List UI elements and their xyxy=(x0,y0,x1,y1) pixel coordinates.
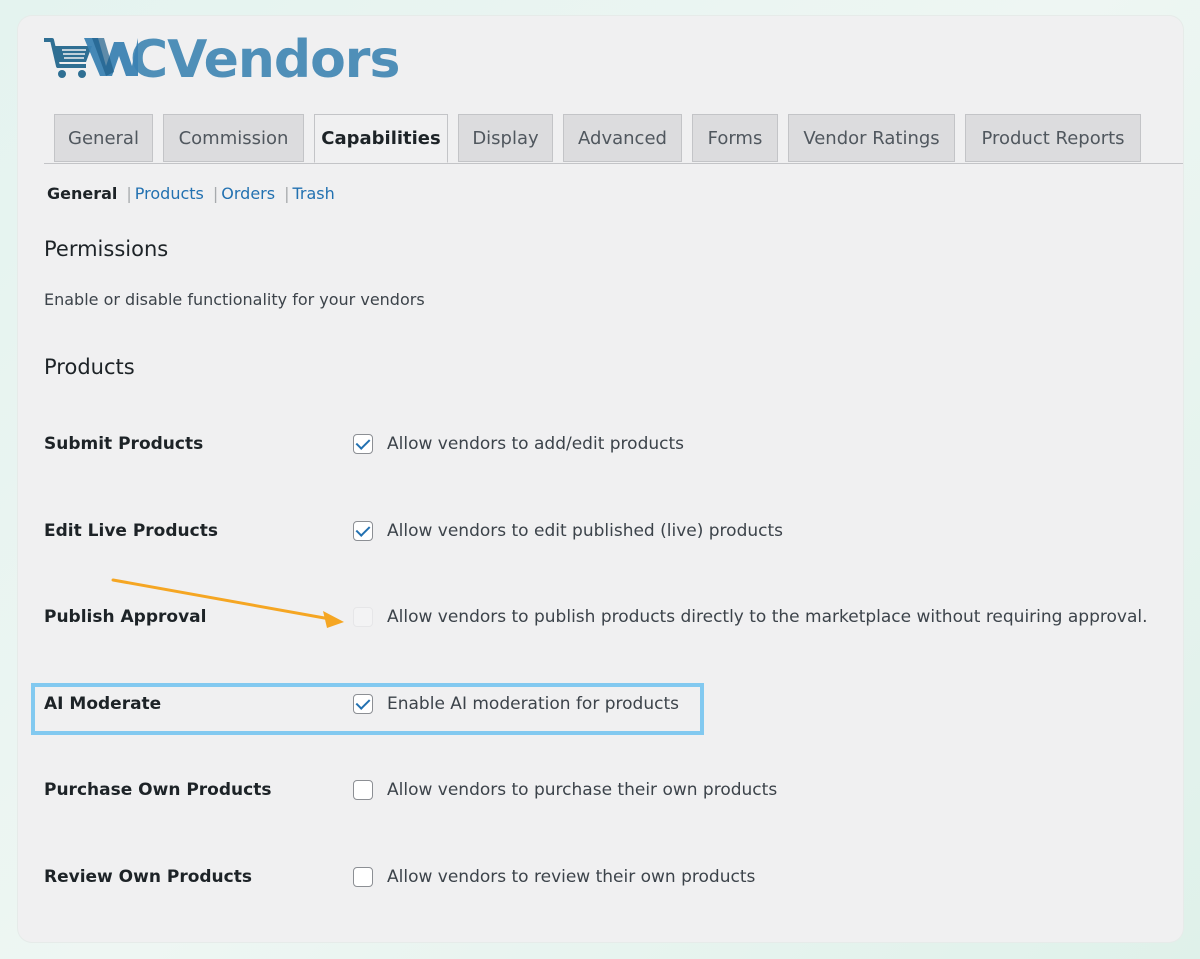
field-publish-approval[interactable]: Allow vendors to publish products direct… xyxy=(353,607,1147,627)
field-ai-moderate[interactable]: Enable AI moderation for products xyxy=(353,694,679,714)
row-label-edit-live-products: Edit Live Products xyxy=(44,521,218,541)
review-own-products-checkbox[interactable] xyxy=(353,867,373,887)
subnav-link-products[interactable]: Products xyxy=(135,184,204,203)
edit-live-products-text: Allow vendors to edit published (live) p… xyxy=(387,521,783,541)
ai-moderate-checkbox[interactable] xyxy=(353,694,373,714)
purchase-own-products-checkbox[interactable] xyxy=(353,780,373,800)
tab-advanced[interactable]: Advanced xyxy=(563,114,682,162)
tab-product-reports[interactable]: Product Reports xyxy=(965,114,1141,162)
row-label-review-own-products: Review Own Products xyxy=(44,867,252,887)
annotation-arrow-icon xyxy=(111,578,344,628)
tab-display[interactable]: Display xyxy=(458,114,553,162)
field-edit-live-products[interactable]: Allow vendors to edit published (live) p… xyxy=(353,521,783,541)
permissions-heading: Permissions xyxy=(44,237,169,261)
row-label-purchase-own-products: Purchase Own Products xyxy=(44,780,272,800)
settings-tabs: General Commission Capabilities Display … xyxy=(44,114,1183,164)
publish-approval-text: Allow vendors to publish products direct… xyxy=(387,607,1148,627)
subnav-separator: | xyxy=(212,184,219,203)
subnav-link-orders[interactable]: Orders xyxy=(221,184,275,203)
logo-text: CVendors xyxy=(130,30,400,90)
review-own-products-text: Allow vendors to review their own produc… xyxy=(387,867,756,887)
settings-panel: CVendors General Commission Capabilities… xyxy=(18,16,1183,942)
row-label-ai-moderate: AI Moderate xyxy=(44,694,162,714)
field-review-own-products[interactable]: Allow vendors to review their own produc… xyxy=(353,867,755,887)
tab-commission[interactable]: Commission xyxy=(163,114,304,162)
permissions-description: Enable or disable functionality for your… xyxy=(44,290,425,309)
subnav-link-trash[interactable]: Trash xyxy=(292,184,334,203)
field-submit-products[interactable]: Allow vendors to add/edit products xyxy=(353,434,684,454)
capabilities-subnav: General | Products | Orders | Trash xyxy=(47,184,335,203)
tab-forms[interactable]: Forms xyxy=(692,114,778,162)
wcvendors-logo: CVendors xyxy=(42,30,400,90)
tab-capabilities[interactable]: Capabilities xyxy=(314,114,448,163)
cart-icon xyxy=(42,32,138,88)
submit-products-text: Allow vendors to add/edit products xyxy=(387,434,685,454)
publish-approval-checkbox[interactable] xyxy=(353,607,373,627)
purchase-own-products-text: Allow vendors to purchase their own prod… xyxy=(387,780,778,800)
row-label-submit-products: Submit Products xyxy=(44,434,204,454)
ai-moderate-text: Enable AI moderation for products xyxy=(387,694,679,714)
edit-live-products-checkbox[interactable] xyxy=(353,521,373,541)
tab-vendor-ratings[interactable]: Vendor Ratings xyxy=(788,114,955,162)
products-heading: Products xyxy=(44,355,135,379)
subnav-current-general: General xyxy=(47,184,118,203)
subnav-separator: | xyxy=(284,184,290,203)
row-label-publish-approval: Publish Approval xyxy=(44,607,207,627)
submit-products-checkbox[interactable] xyxy=(353,434,373,454)
field-purchase-own-products[interactable]: Allow vendors to purchase their own prod… xyxy=(353,780,777,800)
subnav-separator: | xyxy=(126,184,132,203)
tab-general[interactable]: General xyxy=(54,114,153,162)
